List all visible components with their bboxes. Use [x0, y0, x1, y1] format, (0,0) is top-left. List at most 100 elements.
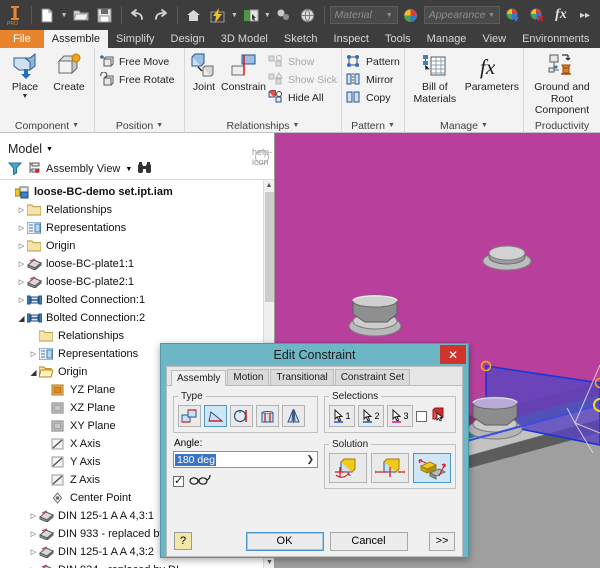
selection-1-button[interactable]: 1 [329, 405, 355, 427]
assembly-view-icon[interactable] [27, 161, 41, 178]
dialog-title-bar[interactable]: Edit Constraint ✕ [161, 344, 468, 366]
dialog-tab-motion[interactable]: Motion [227, 369, 270, 385]
tree-node[interactable]: DIN 934 - replaced by DI [0, 561, 274, 568]
lightning-update-icon[interactable] [207, 4, 229, 26]
more-commands-icon[interactable]: ▸▸ [574, 4, 596, 26]
save-disk-icon[interactable] [94, 4, 116, 26]
scroll-down-icon[interactable]: ▼ [264, 557, 274, 568]
ok-button[interactable]: OK [245, 531, 324, 551]
tree-node[interactable]: Origin [0, 237, 274, 255]
hide-all-relationships-button[interactable]: Hide All [268, 90, 337, 105]
tab-3d-model[interactable]: 3D Model [213, 30, 276, 48]
constrain-button[interactable]: Constrain [221, 51, 266, 93]
tab-simplify[interactable]: Simplify [108, 30, 163, 48]
binoculars-find-icon[interactable] [137, 161, 152, 177]
expand-twisty-icon[interactable] [16, 224, 27, 232]
tree-node[interactable]: Bolted Connection:2 [0, 309, 274, 327]
redo-arrow-icon[interactable] [150, 4, 172, 26]
expand-twisty-icon[interactable] [16, 278, 27, 286]
chevron-down-icon[interactable]: ▼ [488, 12, 495, 19]
clear-appearance-icon[interactable] [526, 4, 548, 26]
expand-twisty-icon[interactable] [16, 242, 27, 250]
chevron-down-icon[interactable]: ▼ [46, 146, 53, 153]
constraint-type-insert[interactable] [256, 405, 279, 427]
predict-offset-checkbox[interactable] [173, 474, 184, 487]
material-browser-icon[interactable] [400, 4, 422, 26]
fx-parameters-icon[interactable]: fx [550, 4, 572, 26]
tree-node[interactable]: loose-BC-plate2:1 [0, 273, 274, 291]
appearance-dropdown[interactable]: Appearance ▼ [423, 6, 500, 24]
parameters-button[interactable]: fx Parameters [465, 51, 519, 93]
pick-part-first-checkbox[interactable] [416, 410, 427, 422]
assembly-view-label[interactable]: Assembly View [46, 163, 120, 175]
tab-tools[interactable]: Tools [377, 30, 419, 48]
chevron-down-icon[interactable]: ▼ [481, 122, 488, 129]
globe-icon[interactable] [297, 4, 319, 26]
tab-manage[interactable]: Manage [419, 30, 475, 48]
selection-2-button[interactable]: 2 [358, 405, 384, 427]
expand-twisty-icon[interactable] [28, 512, 39, 520]
ground-and-root-component-button[interactable]: Ground and Root Component [529, 51, 595, 116]
edit-constraint-dialog[interactable]: Edit Constraint ✕ Assembly Motion Transi… [160, 343, 469, 558]
constraint-type-tangent[interactable] [230, 405, 253, 427]
dialog-tab-transitional[interactable]: Transitional [270, 369, 334, 385]
chevron-down-icon[interactable]: ▼ [293, 122, 300, 129]
bill-of-materials-button[interactable]: Bill of Materials [409, 51, 461, 105]
tree-node[interactable]: Bolted Connection:1 [0, 291, 274, 309]
return-icon[interactable] [273, 4, 295, 26]
solution-explicit-reference-vector[interactable] [413, 453, 451, 483]
close-icon[interactable]: ✕ [440, 345, 466, 364]
tree-node[interactable]: loose-BC-demo set.ipt.iam [0, 183, 274, 201]
copy-button[interactable]: Copy [346, 90, 400, 105]
adjust-appearance-icon[interactable] [502, 4, 524, 26]
panel-title-position[interactable]: Position ▼ [95, 118, 184, 133]
expand-twisty-icon[interactable] [16, 260, 27, 268]
free-move-button[interactable]: Free Move [99, 54, 174, 69]
expand-twisty-icon[interactable] [16, 296, 27, 304]
constraint-type-angle[interactable] [204, 405, 227, 427]
new-file-dropdown-caret[interactable]: ▼ [61, 12, 68, 19]
chevron-down-icon[interactable]: ▼ [388, 122, 395, 129]
open-folder-icon[interactable] [70, 4, 92, 26]
expand-twisty-icon[interactable] [16, 206, 27, 214]
panel-title-manage[interactable]: Manage ▼ [405, 118, 523, 133]
selection-3-button[interactable]: 3 [387, 405, 413, 427]
pattern-button[interactable]: Pattern [346, 54, 400, 69]
dialog-tab-assembly[interactable]: Assembly [171, 370, 227, 386]
chevron-down-icon[interactable]: ▼ [125, 166, 132, 173]
help-icon[interactable]: help-icon [252, 147, 272, 167]
panel-title-pattern[interactable]: Pattern ▼ [342, 118, 404, 133]
select-dropdown-caret[interactable]: ▼ [264, 12, 271, 19]
pick-part-first-icon[interactable] [430, 406, 447, 426]
tab-inspect[interactable]: Inspect [326, 30, 377, 48]
predict-offset-row[interactable] [173, 474, 318, 489]
tree-node[interactable]: loose-BC-plate1:1 [0, 255, 274, 273]
tree-node[interactable]: Relationships [0, 201, 274, 219]
help-icon[interactable]: ? [174, 532, 192, 550]
chevron-right-icon[interactable]: ❯ [306, 454, 314, 465]
place-component-button[interactable]: Place ▼ [4, 51, 46, 100]
cancel-button[interactable]: Cancel [329, 531, 408, 551]
chevron-down-icon[interactable]: ▼ [72, 122, 79, 129]
mirror-button[interactable]: Mirror [346, 72, 400, 87]
tab-sketch[interactable]: Sketch [276, 30, 326, 48]
tab-assemble[interactable]: Assemble [43, 30, 109, 48]
scrollbar-thumb[interactable] [265, 192, 274, 302]
solution-undirected-angle[interactable] [371, 453, 409, 483]
new-file-icon[interactable] [37, 4, 59, 26]
filter-icon[interactable] [7, 161, 23, 178]
joint-button[interactable]: Joint [189, 51, 219, 93]
tab-design[interactable]: Design [163, 30, 213, 48]
tab-view[interactable]: View [474, 30, 514, 48]
update-dropdown-caret[interactable]: ▼ [231, 12, 238, 19]
expand-twisty-icon[interactable] [28, 530, 39, 538]
constraint-type-mate[interactable] [178, 405, 201, 427]
material-dropdown[interactable]: Material ▼ [329, 6, 398, 24]
home-icon[interactable] [183, 4, 205, 26]
angle-input[interactable]: 180 deg ❯ [173, 451, 318, 468]
place-dropdown-caret[interactable]: ▼ [22, 93, 29, 100]
expand-dialog-button[interactable]: >> [429, 531, 455, 551]
undo-arrow-icon[interactable] [126, 4, 148, 26]
create-component-button[interactable]: Create [48, 51, 90, 93]
tree-node[interactable]: Representations [0, 219, 274, 237]
